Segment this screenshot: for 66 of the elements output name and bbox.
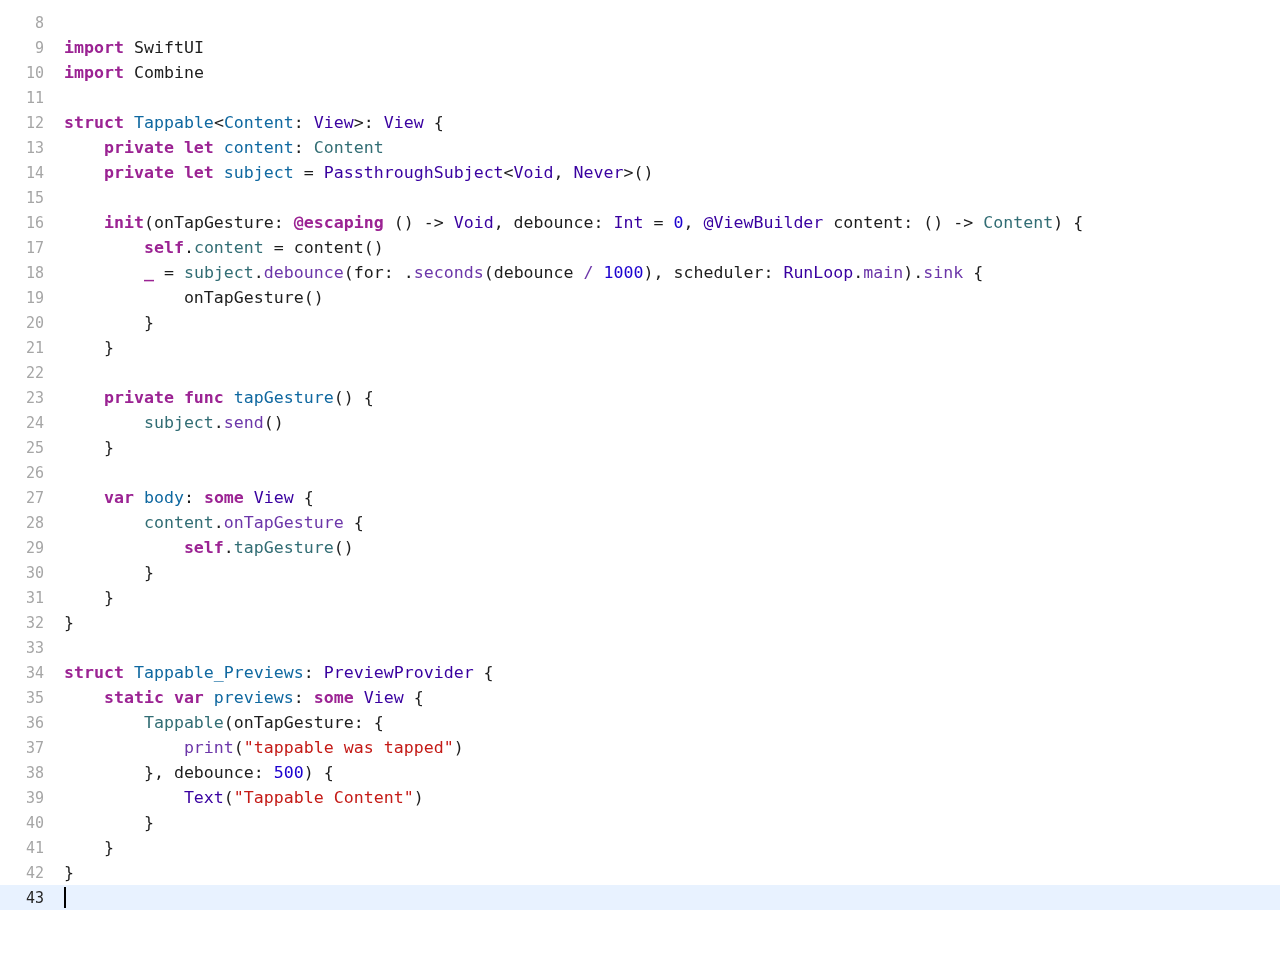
code-line: import SwiftUI [64,37,204,59]
code-line: static var previews: some View { [102,687,424,709]
code-line: Tappable(onTapGesture: { [142,712,384,734]
code-line: } [142,562,154,584]
code-line: init(onTapGesture: @escaping () -> Void, debounce: Int = 0, @ViewBuilder content: () -> Content) { [102,212,1084,234]
line-number: 39 [24,788,44,807]
line-number: 43 [24,888,44,907]
line-number: 27 [24,488,44,507]
code-line: subject.send() [142,412,284,434]
line-number: 19 [24,288,44,307]
code-line: private let subject = PassthroughSubject<Void, Never>() [102,162,654,184]
line-number: 17 [24,238,44,257]
code-line: } [102,837,114,859]
line-number: 9 [33,38,44,57]
code-line: onTapGesture() [182,287,324,309]
code-line: } [142,812,154,834]
code-line: struct Tappable_Previews: PreviewProvider { [64,662,494,684]
code-line: } [142,312,154,334]
code-line: var body: some View { [102,487,314,509]
text-cursor [64,887,66,908]
line-number: 42 [24,863,44,882]
code-line: import Combine [64,62,204,84]
line-number: 40 [24,813,44,832]
line-number: 18 [24,263,44,282]
line-number: 11 [24,88,44,107]
line-number: 24 [24,413,44,432]
line-number: 41 [24,838,44,857]
code-line: content.onTapGesture { [142,512,364,534]
code-line: _ = subject.debounce(for: .seconds(debounce / 1000), scheduler: RunLoop.main).sink { [142,262,984,284]
code-line: private let content: Content [102,137,384,159]
line-number: 22 [24,363,44,382]
line-number: 32 [24,613,44,632]
line-number: 38 [24,763,44,782]
code-line: print("tappable was tapped") [182,737,464,759]
line-number: 25 [24,438,44,457]
code-line: struct Tappable<Content: View>: View { [64,112,444,134]
code-line: } [102,437,114,459]
line-number: 15 [24,188,44,207]
line-number: 23 [24,388,44,407]
line-number: 34 [24,663,44,682]
line-number: 16 [24,213,44,232]
line-number: 14 [24,163,44,182]
line-number: 29 [24,538,44,557]
line-number: 31 [24,588,44,607]
line-number: 26 [24,463,44,482]
line-number: 8 [33,13,44,32]
code-line: self.content = content() [142,237,384,259]
line-number: 21 [24,338,44,357]
line-number: 33 [24,638,44,657]
code-line: } [64,612,74,634]
line-number: 36 [24,713,44,732]
line-number: 28 [24,513,44,532]
code-line: } [102,587,114,609]
code-line: private func tapGesture() { [102,387,374,409]
line-number: 13 [24,138,44,157]
code-line: } [102,337,114,359]
code-line: }, debounce: 500) { [142,762,334,784]
line-number: 37 [24,738,44,757]
line-number: 12 [24,113,44,132]
line-number: 35 [24,688,44,707]
code-line: Text("Tappable Content") [182,787,424,809]
line-number: 20 [24,313,44,332]
line-number: 30 [24,563,44,582]
code-line: self.tapGesture() [182,537,354,559]
line-number: 10 [24,63,44,82]
code-line: } [64,862,74,884]
